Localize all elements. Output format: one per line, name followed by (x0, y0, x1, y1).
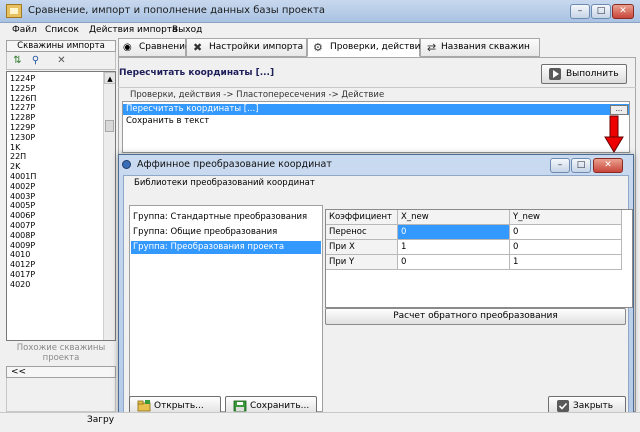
minimize-button[interactable]: – (570, 4, 590, 19)
maximize-button[interactable]: □ (591, 4, 611, 19)
scroll-up-icon[interactable]: ▲ (104, 72, 115, 84)
menu-list[interactable]: Список (45, 25, 79, 35)
well-item[interactable]: 4009Р (7, 241, 115, 251)
ellipsis-button[interactable]: ... (610, 105, 628, 115)
header-x-new: X_new (398, 210, 510, 225)
affine-dialog: Аффинное преобразование координат – □ ✕ … (118, 154, 634, 424)
cell-translation-x[interactable]: 0 (398, 225, 510, 240)
well-item[interactable]: 2K (7, 162, 115, 172)
well-item[interactable]: 1225Р (7, 84, 115, 94)
wells-scrollbar[interactable]: ▲ (103, 72, 115, 340)
play-icon (549, 68, 561, 80)
prev-button[interactable]: << (6, 366, 116, 378)
rename-icon: ⇄ (427, 41, 437, 54)
well-item[interactable]: 4006Р (7, 211, 115, 221)
dialog-body: Группа: Стандартные преобразования Групп… (123, 175, 633, 419)
divider (118, 87, 636, 88)
import-wells-panel: Скважины импорта ⇅ ⚲ ✕ 1224Р 1225Р 1226П 12… (6, 40, 116, 412)
well-item[interactable]: 1229Р (7, 123, 115, 133)
well-item[interactable]: 4005Р (7, 201, 115, 211)
well-item[interactable]: 1226П (7, 94, 115, 104)
tab-import-settings[interactable]: Настройки импорта (186, 38, 307, 57)
header-coefficient: Коэффициент (326, 210, 398, 225)
transform-library-list[interactable]: Группа: Стандартные преобразования Групп… (129, 205, 323, 412)
import-wells-header: Скважины импорта (6, 40, 116, 52)
dialog-maximize-button[interactable]: □ (571, 158, 591, 173)
action-recalculate-coordinates[interactable]: Пересчитать координаты [...] ... (123, 104, 629, 115)
cell-at-x-x[interactable]: 1 (398, 240, 510, 255)
header-y-new: Y_new (510, 210, 622, 225)
actions-list[interactable]: Пересчитать координаты [...] ... Сохрани… (122, 101, 630, 153)
cell-at-y-y[interactable]: 1 (510, 255, 622, 270)
scroll-thumb[interactable] (105, 120, 114, 132)
tab-checks-actions[interactable]: Проверки, действия (307, 38, 426, 57)
checkmark-icon (557, 400, 569, 412)
row-label-at-y: При Y (326, 255, 398, 270)
group-general[interactable]: Группа: Общие преобразования (131, 226, 321, 239)
row-label-at-x: При X (326, 240, 398, 255)
well-item[interactable]: 1224Р (7, 74, 115, 84)
well-item[interactable]: 1227Р (7, 103, 115, 113)
similar-wells-list[interactable] (6, 378, 116, 412)
well-item[interactable]: 4012Р (7, 260, 115, 270)
dialog-close-button[interactable]: ✕ (593, 158, 623, 173)
well-item[interactable]: 4017Р (7, 270, 115, 280)
cell-translation-y[interactable]: 0 (510, 225, 622, 240)
dialog-minimize-button[interactable]: – (550, 158, 570, 173)
well-item[interactable]: 22П (7, 152, 115, 162)
menu-import-actions[interactable]: Действия импорта (89, 25, 178, 35)
well-item[interactable]: 4001П (7, 172, 115, 182)
save-icon (233, 400, 247, 412)
tab-well-names[interactable]: Названия скважин (420, 38, 540, 57)
red-arrow-icon (604, 115, 624, 153)
menu-exit[interactable]: Выход (172, 25, 202, 35)
well-item[interactable]: 4003Р (7, 192, 115, 202)
status-text: Загру (87, 415, 115, 425)
similar-wells-label: Похожие скважины проекта (16, 343, 106, 363)
window-title: Сравнение, импорт и пополнение данных ба… (28, 5, 326, 16)
inverse-transform-button[interactable]: Расчет обратного преобразования (325, 308, 626, 325)
well-item[interactable]: 1K (7, 143, 115, 153)
dialog-title: Аффинное преобразование координат (137, 159, 332, 170)
actions-breadcrumb: Проверки, действия -> Пластопересечения … (130, 90, 385, 100)
well-item[interactable]: 1230Р (7, 133, 115, 143)
cell-at-x-y[interactable]: 0 (510, 240, 622, 255)
well-item[interactable]: 4002Р (7, 182, 115, 192)
well-item[interactable]: 4020 (7, 280, 115, 290)
dialog-app-icon (122, 160, 131, 169)
cell-at-y-x[interactable]: 0 (398, 255, 510, 270)
wells-toolbar: ⇅ ⚲ ✕ (6, 52, 116, 70)
well-item[interactable]: 4008Р (7, 231, 115, 241)
wells-list[interactable]: 1224Р 1225Р 1226П 1227Р 1228Р 1229Р 1230Р 1K 22П… (6, 71, 116, 341)
app-icon (6, 4, 22, 18)
close-button[interactable]: ✕ (612, 4, 634, 19)
gear-icon: ⚙ (313, 41, 323, 54)
menu-file[interactable]: Файл (12, 25, 37, 35)
page-title: Пересчитать координаты [...] (119, 68, 275, 78)
group-project[interactable]: Группа: Преобразования проекта (131, 241, 321, 254)
well-item[interactable]: 4010 (7, 250, 115, 260)
library-caption: Библиотеки преобразований координат (132, 178, 317, 188)
open-folder-icon (137, 400, 151, 412)
row-label-translation: Перенос (326, 225, 398, 240)
filter-icon[interactable]: ⚲ (28, 54, 43, 67)
well-item[interactable]: 4007Р (7, 221, 115, 231)
well-item[interactable]: 1228Р (7, 113, 115, 123)
action-save-to-text[interactable]: Сохранить в текст (123, 116, 629, 127)
coefficients-grid[interactable]: Коэффициент X_new Y_new Перенос 0 0 При … (325, 209, 633, 308)
tools-icon: ✖ (193, 41, 203, 54)
group-standard[interactable]: Группа: Стандартные преобразования (131, 211, 321, 224)
eye-icon: ◉ (123, 42, 132, 53)
sort-az-icon[interactable]: ⇅ (10, 54, 25, 67)
clear-icon[interactable]: ✕ (54, 54, 69, 67)
